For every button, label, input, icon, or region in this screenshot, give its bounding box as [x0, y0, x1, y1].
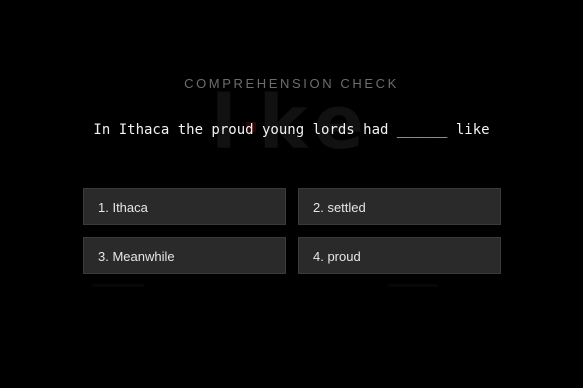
answer-option-3[interactable]: 3. Meanwhile — [83, 237, 286, 274]
answer-option-1[interactable]: 1. Ithaca — [83, 188, 286, 225]
comprehension-heading: COMPREHENSION CHECK — [184, 76, 399, 91]
question-text: In Ithaca the proud young lords had ____… — [93, 122, 490, 138]
answer-option-4[interactable]: 4. proud — [298, 237, 501, 274]
faint-mark-left — [92, 284, 144, 287]
answer-option-2[interactable]: 2. settled — [298, 188, 501, 225]
quiz-screen: l ke COMPREHENSION CHECK In Ithaca the pr… — [0, 0, 583, 388]
faint-mark-right — [388, 284, 438, 287]
